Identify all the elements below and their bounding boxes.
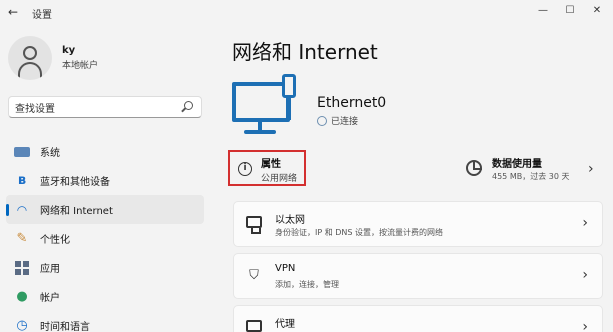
data-usage-button[interactable]: 数据使用量 455 MB，过去 30 天 › xyxy=(466,150,606,190)
brush-icon: ✎ xyxy=(16,230,28,246)
account-icon: ● xyxy=(16,288,28,304)
wifi-icon: ◠ xyxy=(16,202,28,217)
globe-icon xyxy=(317,115,327,126)
card-subtitle: 身份验证，IP 和 DNS 设置，按流量计费的网络 xyxy=(275,228,444,237)
sidebar-item-label: 网络和 Internet xyxy=(40,206,113,217)
search-box[interactable] xyxy=(8,96,202,118)
avatar-head-icon xyxy=(23,46,37,60)
card-title: 以太网 xyxy=(275,215,305,226)
user-profile[interactable]: ky 本地帐户 xyxy=(8,36,98,80)
sidebar-nav: 系统 ʙ 蓝牙和其他设备 ◠ 网络和 Internet ✎ 个性化 应用 ● 帐… xyxy=(6,137,204,332)
maximize-button[interactable]: ☐ xyxy=(555,0,585,20)
info-icon: i xyxy=(238,162,252,176)
sidebar-item-label: 应用 xyxy=(40,264,60,275)
system-icon xyxy=(14,146,30,157)
ethernet-icon xyxy=(246,216,262,234)
minimize-button[interactable]: — xyxy=(528,0,558,20)
vpn-card[interactable]: ⛉ VPN 添加，连接，管理 › xyxy=(233,253,603,299)
bluetooth-icon: ʙ xyxy=(17,172,27,188)
sidebar-item-label: 系统 xyxy=(40,148,60,159)
ethernet-monitor-icon xyxy=(232,74,308,144)
chevron-right-icon: › xyxy=(588,161,594,177)
user-name: ky xyxy=(62,45,76,56)
network-profile-type: 公用网络 xyxy=(261,174,298,184)
avatar-body-icon xyxy=(18,62,42,78)
connection-status-text: 已连接 xyxy=(331,117,359,127)
sidebar-item-label: 时间和语言 xyxy=(40,322,90,332)
data-usage-subtitle: 455 MB，过去 30 天 xyxy=(492,172,570,181)
shield-icon: ⛉ xyxy=(249,268,259,283)
connection-status: 已连接 xyxy=(317,114,358,127)
page-title: 网络和 Internet xyxy=(232,40,378,64)
sidebar-item-label: 蓝牙和其他设备 xyxy=(40,177,110,188)
title-bar: ← 设置 — ☐ ✕ xyxy=(0,0,613,26)
search-icon[interactable] xyxy=(184,101,193,110)
avatar xyxy=(8,36,52,80)
pie-chart-icon xyxy=(466,160,482,176)
sidebar-item-bluetooth[interactable]: ʙ 蓝牙和其他设备 xyxy=(6,166,204,195)
card-subtitle: 添加，连接，管理 xyxy=(275,280,339,289)
ethernet-name: Ethernet0 xyxy=(317,95,387,111)
card-title: 代理 xyxy=(275,319,295,330)
ethernet-settings-card[interactable]: 以太网 身份验证，IP 和 DNS 设置，按流量计费的网络 › xyxy=(233,201,603,247)
sidebar-item-accounts[interactable]: ● 帐户 xyxy=(6,282,204,311)
proxy-card[interactable]: 代理 › xyxy=(233,305,603,332)
back-arrow-icon[interactable]: ← xyxy=(8,5,18,19)
apps-icon xyxy=(14,260,30,276)
sidebar-item-label: 帐户 xyxy=(40,293,60,304)
sidebar-item-time-language[interactable]: ◷ 时间和语言 xyxy=(6,311,204,332)
chevron-right-icon: › xyxy=(582,267,588,283)
close-button[interactable]: ✕ xyxy=(582,0,612,20)
sidebar-item-apps[interactable]: 应用 xyxy=(6,253,204,282)
app-title: 设置 xyxy=(32,10,52,21)
properties-button[interactable]: i 属性 公用网络 xyxy=(228,150,306,186)
data-usage-title: 数据使用量 xyxy=(492,159,542,170)
proxy-icon xyxy=(246,320,262,332)
sidebar-item-system[interactable]: 系统 xyxy=(6,137,204,166)
search-input[interactable] xyxy=(9,97,169,118)
sidebar-item-network[interactable]: ◠ 网络和 Internet xyxy=(6,195,204,224)
card-title: VPN xyxy=(275,263,296,274)
sidebar-item-personalization[interactable]: ✎ 个性化 xyxy=(6,224,204,253)
time-icon: ◷ xyxy=(16,317,28,332)
chevron-right-icon: › xyxy=(582,319,588,332)
chevron-right-icon: › xyxy=(582,215,588,231)
properties-title: 属性 xyxy=(261,159,281,170)
sidebar-item-label: 个性化 xyxy=(40,235,70,246)
account-type: 本地帐户 xyxy=(62,61,99,71)
